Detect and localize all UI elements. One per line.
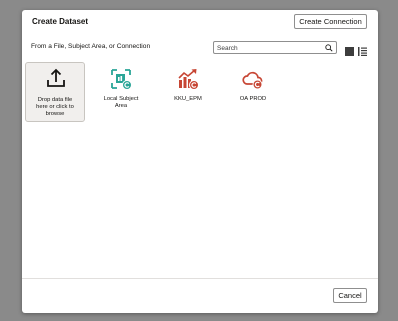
list-view-icon bbox=[358, 47, 367, 56]
create-connection-button[interactable]: Create Connection bbox=[294, 14, 367, 29]
search-icon[interactable] bbox=[325, 44, 333, 52]
footer-divider bbox=[22, 278, 378, 279]
tile-local-subject-area[interactable]: Local Subject Area bbox=[91, 62, 151, 122]
tile-oa-prod[interactable]: OA PROD bbox=[223, 62, 283, 122]
upload-icon bbox=[47, 68, 65, 87]
tile-label: Drop data file here or click to browse bbox=[36, 97, 74, 117]
cloud-connection-icon bbox=[242, 71, 263, 90]
create-dataset-dialog: Create Dataset Create Connection From a … bbox=[22, 10, 378, 313]
grid-view-button[interactable] bbox=[343, 41, 356, 56]
tile-upload-file[interactable]: Drop data file here or click to browse bbox=[25, 62, 85, 122]
list-view-button[interactable] bbox=[358, 43, 367, 56]
search-input[interactable] bbox=[217, 43, 321, 53]
grid-view-icon bbox=[345, 47, 354, 56]
chart-connection-icon bbox=[178, 69, 199, 90]
search-box[interactable] bbox=[213, 41, 337, 54]
source-label: From a File, Subject Area, or Connection bbox=[31, 43, 151, 50]
tile-label: KKU_EPM bbox=[174, 96, 202, 102]
subject-area-icon bbox=[111, 69, 132, 90]
tile-label: OA PROD bbox=[239, 96, 267, 102]
tile-kku-epm[interactable]: KKU_EPM bbox=[158, 62, 218, 122]
tile-label: Local Subject Area bbox=[103, 96, 139, 109]
cancel-button[interactable]: Cancel bbox=[333, 288, 367, 303]
dialog-title: Create Dataset bbox=[32, 17, 89, 26]
